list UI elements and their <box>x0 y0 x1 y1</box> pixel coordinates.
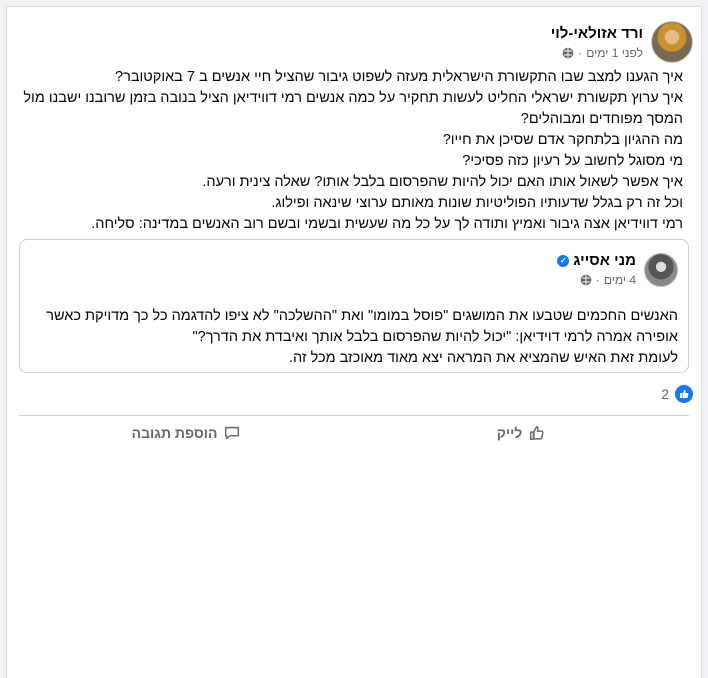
text-line: וכל זה רק בגלל שדעותיו הפוליטיות שונות מ… <box>271 195 683 211</box>
text-line: מה ההגיון בלתחקר אדם שסיכן את חייו? <box>442 132 683 148</box>
globe-icon <box>562 47 574 58</box>
post-header: ורד אזולאי-לוי לפני 1 ימים · <box>551 21 693 63</box>
thumbs-up-icon <box>530 425 544 441</box>
post-text: איך הגענו למצב שבו התקשורת הישראלית מעזה… <box>15 67 683 235</box>
text-line: רמי דווידיאן אצה גיבור ואמיץ ותודה לך על… <box>91 216 683 232</box>
shared-header: מני אסייג ✓ 4 ימים · <box>557 252 678 287</box>
shared-text: האנשים החכמים שטבעו את המושגים "פוסל במו… <box>30 306 678 369</box>
post-actions: לייק הוספת תגובה <box>19 415 689 450</box>
post-time[interactable]: לפני 1 ימים <box>586 46 643 60</box>
text-line: איך הגענו למצב שבו התקשורת הישראלית מעזה… <box>115 69 683 85</box>
like-label: לייק <box>496 425 523 441</box>
comment-label: הוספת תגובה <box>131 425 218 441</box>
shared-author-name[interactable]: מני אסייג <box>573 252 636 269</box>
text-line: איך אפשר לשאול אותו האם יכול להיות שהפרס… <box>202 174 683 190</box>
text-line: איך ערוץ תקשורת ישראלי החליט לעשות תחקיר… <box>23 90 683 127</box>
author-avatar[interactable] <box>651 21 693 63</box>
shared-author-avatar[interactable] <box>644 252 678 287</box>
text-line: מי מסוגל לחשוב על רעיון כזה פסיכי? <box>462 153 683 169</box>
like-icon <box>675 385 693 403</box>
shared-post[interactable]: מני אסייג ✓ 4 ימים · האנשים החכמים שטבעו… <box>19 239 689 373</box>
author-name[interactable]: ורד אזולאי-לוי <box>551 25 643 42</box>
like-button[interactable]: לייק <box>354 416 689 450</box>
globe-icon <box>580 274 592 286</box>
comment-icon <box>225 426 240 440</box>
reactions-bar[interactable]: 2 <box>661 385 693 403</box>
text-line: האנשים החכמים שטבעו את המושגים "פוסל במו… <box>46 308 678 345</box>
shared-time[interactable]: 4 ימים <box>604 273 636 287</box>
comment-button[interactable]: הוספת תגובה <box>19 416 354 450</box>
verified-badge-icon: ✓ <box>557 254 570 267</box>
post-card: ורד אזולאי-לוי לפני 1 ימים · איך הגענו ל… <box>6 6 702 678</box>
reaction-count[interactable]: 2 <box>661 386 669 402</box>
text-line: לעומת זאת האיש שהמציא את המראה יצא מאוד … <box>288 350 678 366</box>
